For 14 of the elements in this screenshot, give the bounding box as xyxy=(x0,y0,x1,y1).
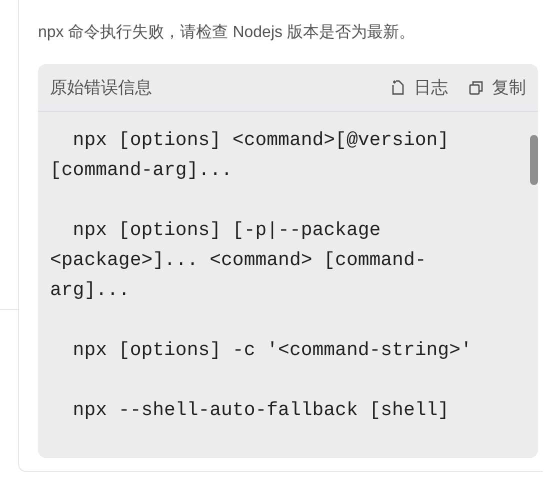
code-line: [command-arg]... xyxy=(50,158,234,183)
code-line: <package>]... <command> [command- xyxy=(50,248,428,273)
code-line: arg]... xyxy=(50,278,131,303)
scrollbar-thumb[interactable] xyxy=(530,135,538,185)
log-button[interactable]: 日志 xyxy=(390,74,448,100)
document-icon xyxy=(390,80,406,96)
copy-button[interactable]: 复制 xyxy=(468,74,526,100)
copy-icon xyxy=(468,80,484,96)
code-line: npx --shell-auto-fallback [shell] xyxy=(72,398,450,423)
error-message: npx 命令执行失败，请检查 Nodejs 版本是否为最新。 xyxy=(38,22,416,43)
panel-title: 原始错误信息 xyxy=(50,76,153,99)
code-line: npx [options] -c '<command-string>' xyxy=(72,338,473,363)
code-line: npx [options] <command>[@version] xyxy=(72,128,450,153)
code-line: npx [options] [-p|--package xyxy=(72,218,382,243)
